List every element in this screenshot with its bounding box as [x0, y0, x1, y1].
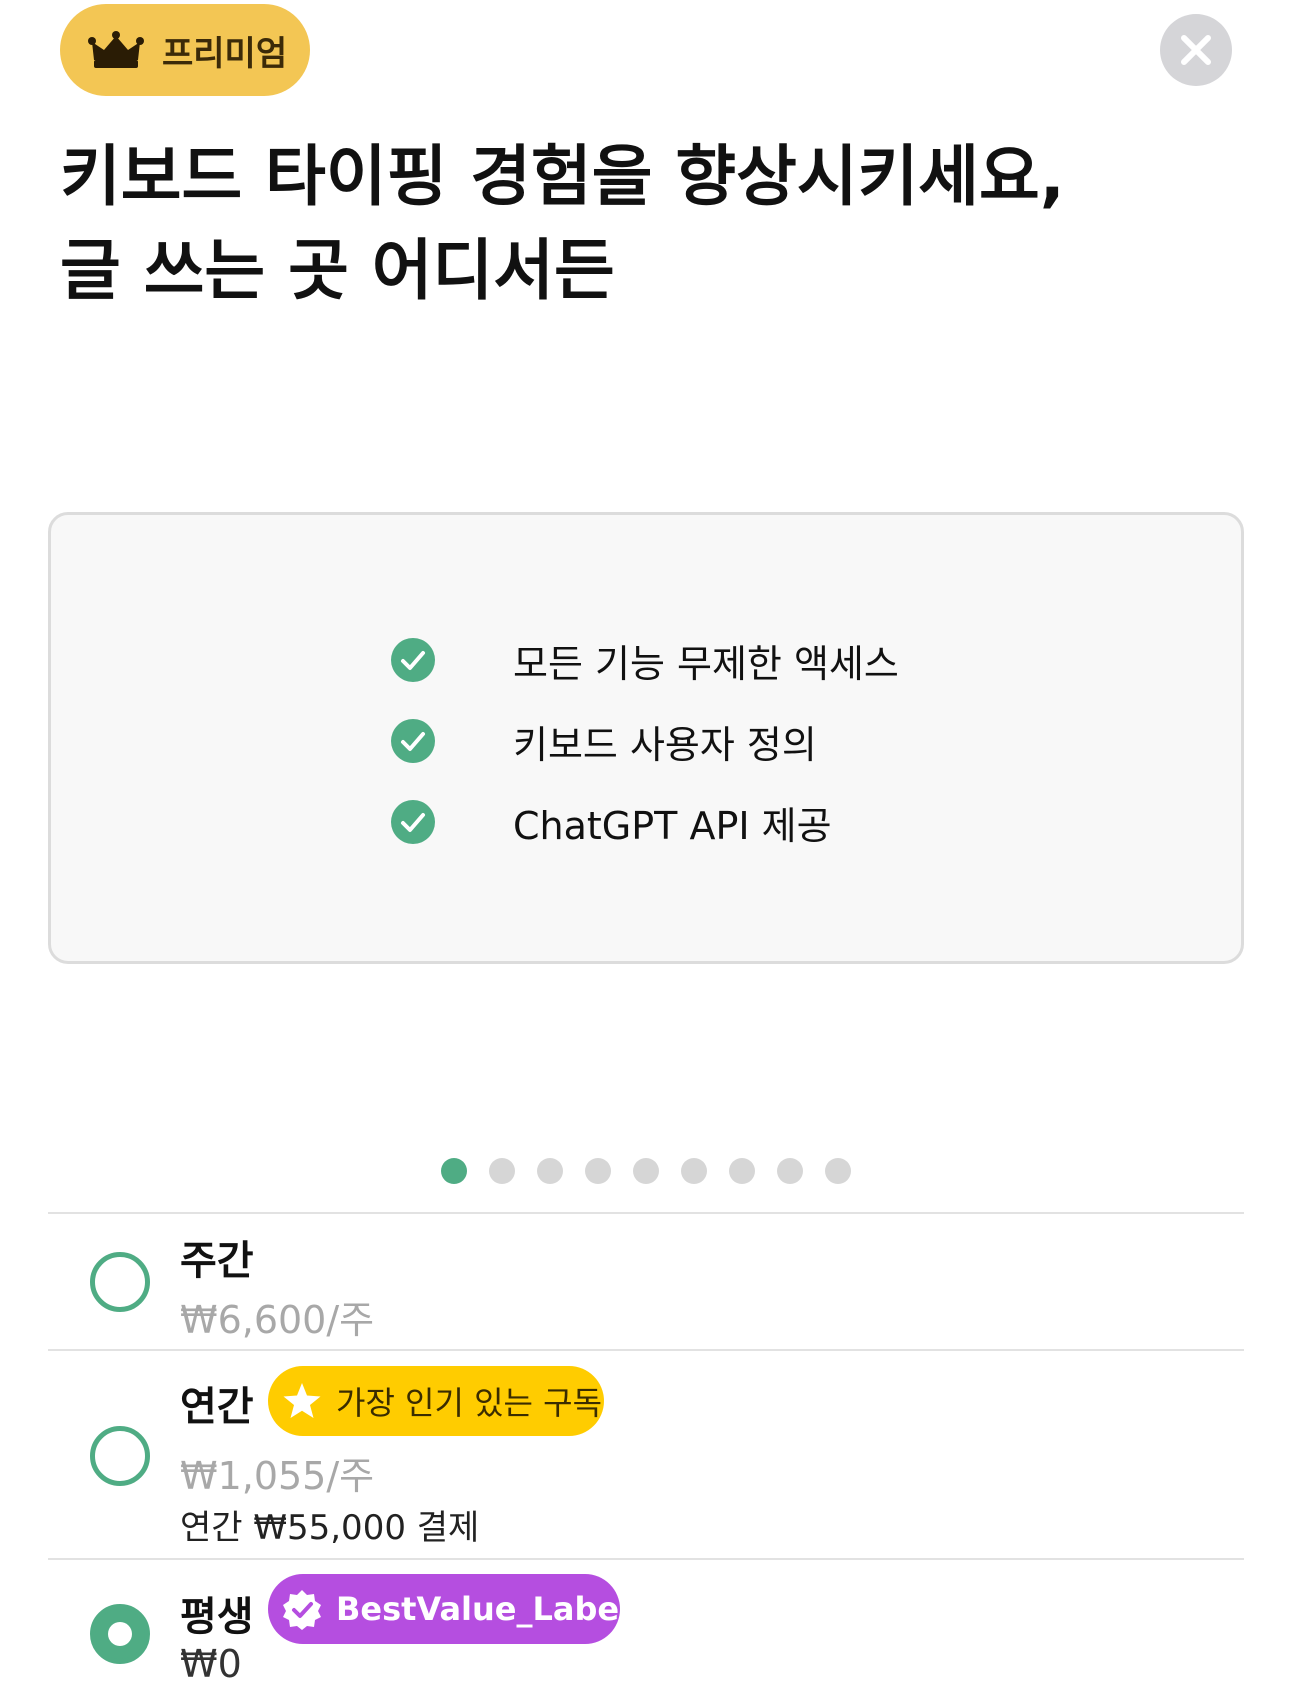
popular-badge: 가장 인기 있는 구독	[268, 1366, 604, 1436]
plan-price: ₩0	[180, 1642, 242, 1686]
check-circle-icon	[391, 800, 435, 844]
close-icon	[1181, 35, 1211, 65]
page-dot[interactable]	[681, 1158, 707, 1184]
carousel-page-indicator	[0, 1158, 1290, 1184]
divider	[48, 1558, 1244, 1560]
premium-badge: 프리미엄	[60, 4, 310, 96]
check-circle-icon	[391, 719, 435, 763]
feature-item: 키보드 사용자 정의	[391, 711, 817, 771]
verified-badge-icon	[283, 1590, 321, 1630]
title-line-2: 글 쓰는 곳 어디서든	[60, 232, 615, 309]
features-card: 모든 기능 무제한 액세스 키보드 사용자 정의 ChatGPT API 제공	[48, 512, 1244, 964]
page-dot[interactable]	[441, 1158, 467, 1184]
feature-item: ChatGPT API 제공	[391, 792, 832, 852]
divider	[48, 1349, 1244, 1351]
plan-billing-note: 연간 ₩55,000 결제	[180, 1508, 480, 1548]
feature-label: ChatGPT API 제공	[513, 803, 832, 848]
check-circle-icon	[391, 638, 435, 682]
divider	[48, 1212, 1244, 1214]
feature-item: 모든 기능 무제한 액세스	[391, 630, 899, 690]
plan-price: ₩1,055/주	[180, 1454, 375, 1498]
plan-price: ₩6,600/주	[180, 1298, 375, 1342]
plan-name: 연간	[180, 1384, 254, 1430]
best-value-badge: BestValue_Label	[268, 1574, 630, 1644]
page-dot[interactable]	[585, 1158, 611, 1184]
close-button[interactable]	[1160, 14, 1232, 86]
radio-button-selected[interactable]	[90, 1604, 150, 1664]
feature-label: 키보드 사용자 정의	[513, 722, 817, 767]
plan-name: 평생	[180, 1594, 254, 1640]
best-value-badge-label: BestValue_Label	[336, 1590, 631, 1628]
radio-button[interactable]	[90, 1252, 150, 1312]
page-dot[interactable]	[537, 1158, 563, 1184]
plan-name: 주간	[180, 1238, 254, 1284]
crown-icon	[88, 31, 144, 68]
star-icon	[283, 1383, 321, 1418]
page-dot[interactable]	[777, 1158, 803, 1184]
page-dot[interactable]	[729, 1158, 755, 1184]
page-dot[interactable]	[825, 1158, 851, 1184]
title-line-1: 키보드 타이핑 경험을 향상시키세요,	[60, 138, 1065, 215]
page-dot[interactable]	[489, 1158, 515, 1184]
feature-label: 모든 기능 무제한 액세스	[513, 641, 899, 686]
radio-button[interactable]	[90, 1426, 150, 1486]
page-title: 키보드 타이핑 경험을 향상시키세요, 글 쓰는 곳 어디서든	[60, 130, 1065, 318]
page-dot[interactable]	[633, 1158, 659, 1184]
premium-badge-label: 프리미엄	[162, 33, 288, 74]
popular-badge-label: 가장 인기 있는 구독	[336, 1384, 603, 1422]
